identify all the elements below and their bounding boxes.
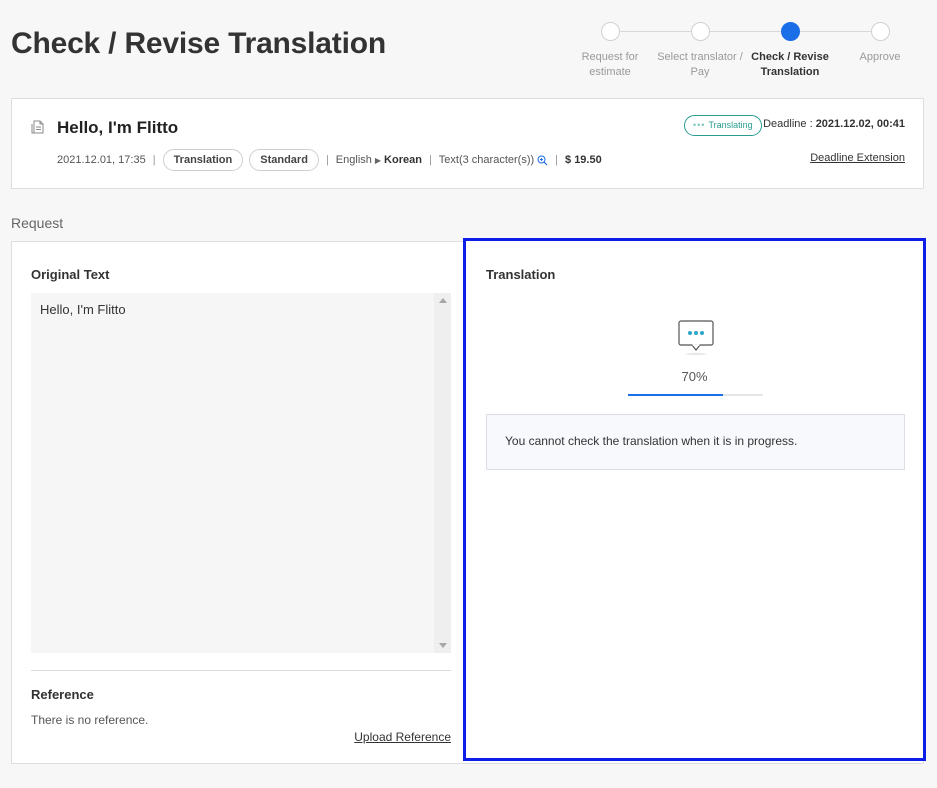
reference-heading: Reference (31, 687, 94, 702)
deadline-value: 2021.12.02, 00:41 (815, 118, 905, 130)
request-date: 2021.12.01, 17:35 (57, 154, 146, 166)
step-label: Select translator / Pay (657, 51, 743, 78)
scroll-down-icon[interactable] (439, 643, 447, 648)
scroll-up-icon[interactable] (439, 298, 447, 303)
document-icon (31, 120, 44, 134)
translation-panel: Translation 70% You cannot check the tra… (463, 238, 926, 761)
content-type: Text(3 character(s)) (438, 154, 535, 166)
progress-bar (628, 394, 763, 396)
request-summary-card: Hello, I'm Flitto 2021.12.01, 17:35 | Tr… (11, 98, 924, 189)
chat-bubble-icon (678, 320, 714, 356)
step-dot (690, 22, 710, 41)
step-dot (870, 22, 890, 41)
step-request-estimate: Request for estimate (560, 22, 660, 80)
step-approve: Approve (830, 22, 930, 65)
status-badge: ••• Translating (684, 115, 762, 136)
separator: | (325, 154, 329, 166)
step-label: Approve (859, 51, 901, 63)
step-select-translator: Select translator / Pay (650, 22, 750, 80)
zoom-in-icon[interactable] (537, 155, 548, 166)
divider (31, 670, 451, 671)
deadline-label: Deadline : (763, 118, 816, 130)
translation-heading: Translation (486, 267, 556, 282)
type-badge: Translation (162, 149, 244, 171)
deadline-extension-link[interactable]: Deadline Extension (810, 152, 905, 164)
page-title: Check / Revise Translation (11, 27, 386, 60)
grade-badge: Standard (249, 149, 319, 171)
separator: | (555, 154, 559, 166)
separator: | (152, 154, 156, 166)
reference-empty-text: There is no reference. (31, 713, 149, 727)
price: $ 19.50 (565, 154, 602, 166)
step-label-active: Check / Revise Translation (751, 51, 829, 78)
progress-bar-fill (628, 394, 723, 396)
target-language: Korean (384, 154, 422, 166)
original-text-heading: Original Text (31, 267, 110, 282)
step-dot-active (780, 22, 800, 41)
scrollbar[interactable] (434, 293, 451, 653)
in-progress-notice: You cannot check the translation when it… (486, 414, 905, 470)
progress-stepper: Request for estimate Select translator /… (560, 22, 930, 82)
step-check-revise: Check / Revise Translation (740, 22, 840, 80)
request-section-label: Request (11, 215, 64, 231)
ellipsis-icon: ••• (693, 120, 706, 130)
separator: | (428, 154, 432, 166)
original-panel: Original Text Hello, I'm Flitto Referenc… (12, 242, 472, 763)
step-label: Request for estimate (581, 51, 639, 78)
original-text: Hello, I'm Flitto (40, 302, 126, 317)
arrow-right-icon: ▶ (374, 155, 382, 165)
deadline: Deadline : 2021.12.02, 00:41 (763, 118, 905, 130)
progress-percent: 70% (681, 369, 708, 384)
upload-reference-link[interactable]: Upload Reference (354, 730, 451, 744)
status-label: Translating (708, 120, 753, 130)
request-title: Hello, I'm Flitto (57, 118, 179, 137)
request-meta: 2021.12.01, 17:35 | Translation Standard… (57, 149, 602, 171)
step-dot (600, 22, 620, 41)
source-language: English (335, 154, 372, 166)
original-text-area[interactable]: Hello, I'm Flitto (31, 293, 451, 653)
